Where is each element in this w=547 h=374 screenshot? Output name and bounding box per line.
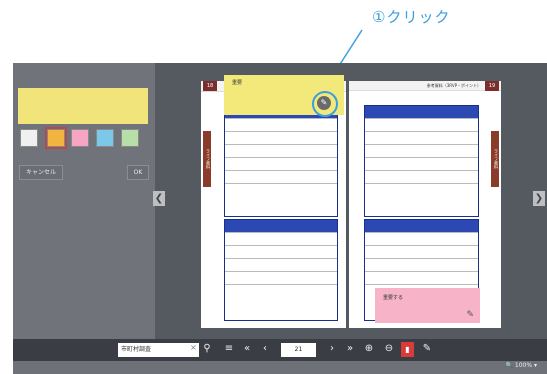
color-swatch-blue[interactable]: [96, 129, 114, 147]
pink-note-label: 重要する: [383, 295, 404, 301]
bottom-toolbar: [13, 339, 547, 361]
color-swatch-white[interactable]: [20, 129, 38, 147]
list-icon[interactable]: ≡: [222, 341, 236, 357]
color-swatch-orange[interactable]: [45, 127, 67, 149]
zoom-in-icon[interactable]: ⊕: [362, 341, 376, 357]
prev-page-arrow[interactable]: ❮: [153, 191, 165, 206]
search-icon[interactable]: ⚲: [200, 341, 214, 357]
status-bar: [13, 361, 547, 374]
clear-search-icon[interactable]: ×: [190, 343, 197, 352]
next-icon[interactable]: ›: [325, 341, 339, 357]
click-annotation-label: ①クリック: [372, 8, 451, 26]
right-side-tab: ライフ資料: [491, 131, 499, 187]
last-page-icon[interactable]: »: [343, 341, 357, 357]
sticky-note-label: 重要: [232, 80, 243, 86]
zoom-value: 100%: [514, 362, 533, 369]
pink-note-pencil-icon[interactable]: ✎: [466, 310, 474, 320]
next-page-arrow[interactable]: ❯: [533, 191, 545, 206]
search-input[interactable]: 市町村調査: [118, 343, 199, 357]
ok-button[interactable]: OK: [127, 165, 149, 180]
left-upper-table: [224, 105, 338, 217]
right-page-header: 参考資料（3RVP・ポイント）: [349, 81, 501, 91]
bookmark-icon[interactable]: ▮: [401, 342, 414, 357]
color-swatch-green[interactable]: [121, 129, 139, 147]
prev-icon[interactable]: ‹: [258, 341, 272, 357]
pen-icon[interactable]: ✎: [420, 341, 434, 357]
edit-pencil-icon[interactable]: ✎: [317, 96, 331, 110]
page-number-input[interactable]: 21: [281, 343, 316, 357]
right-upper-table: [364, 105, 479, 217]
left-lower-table: [224, 219, 338, 321]
left-page-number: 18: [203, 81, 217, 91]
right-page-number: 19: [485, 81, 499, 91]
left-page: 18 ライフ資料: [201, 81, 346, 328]
first-page-icon[interactable]: «: [240, 341, 254, 357]
note-preview: [18, 88, 148, 124]
cancel-button[interactable]: キャンセル: [19, 165, 63, 180]
color-swatch-pink[interactable]: [71, 129, 89, 147]
pink-sticky-note[interactable]: 重要する ✎: [375, 288, 480, 323]
left-side-tab: ライフ資料: [203, 131, 211, 187]
zoom-out-icon[interactable]: ⊖: [382, 341, 396, 357]
zoom-level[interactable]: 🔍 100% ▾: [506, 362, 537, 369]
